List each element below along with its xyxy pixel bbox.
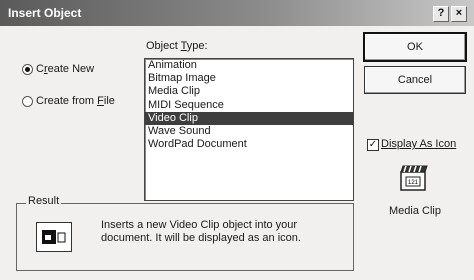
display-as-icon-checkbox[interactable]: ✓ bbox=[367, 139, 379, 151]
ok-button[interactable]: OK bbox=[363, 32, 467, 62]
display-as-icon-label-accel: D bbox=[381, 138, 389, 150]
display-as-icon-label-rest: isplay As Icon bbox=[388, 138, 457, 150]
object-type-label-part: Object bbox=[146, 40, 181, 52]
list-item[interactable]: Media Clip bbox=[145, 85, 353, 98]
result-text-line2: document. It will be displayed as an ico… bbox=[101, 232, 301, 244]
create-new-label-rest: eate New bbox=[47, 63, 95, 75]
list-item[interactable]: MIDI Sequence bbox=[145, 99, 353, 112]
create-new-label[interactable]: Create New bbox=[36, 63, 94, 75]
close-button[interactable]: × bbox=[451, 6, 467, 22]
cancel-button[interactable]: Cancel bbox=[364, 66, 466, 94]
icon-caption: Media Clip bbox=[389, 205, 441, 217]
object-type-list[interactable]: Animation Bitmap Image Media Clip MIDI Sequ… bbox=[144, 58, 354, 201]
list-item[interactable]: Wave Sound bbox=[145, 125, 353, 138]
create-from-file-radio[interactable] bbox=[22, 96, 33, 107]
list-item[interactable]: Video Clip bbox=[145, 111, 353, 125]
svg-text:121: 121 bbox=[408, 180, 419, 186]
title-bar: Insert Object ? × bbox=[0, 0, 474, 26]
list-item[interactable]: WordPad Document bbox=[145, 138, 353, 151]
help-button[interactable]: ? bbox=[433, 6, 449, 22]
create-new-radio[interactable] bbox=[22, 64, 33, 75]
object-type-label-rest: ype: bbox=[186, 40, 208, 52]
create-from-file-label[interactable]: Create from File bbox=[36, 95, 115, 107]
create-new-label-part: C bbox=[36, 63, 44, 75]
result-label: Result bbox=[26, 195, 62, 207]
window-title: Insert Object bbox=[8, 6, 82, 20]
media-clip-icon[interactable]: 121 bbox=[397, 164, 431, 194]
object-type-label: Object Type: bbox=[146, 40, 208, 52]
display-as-icon-label[interactable]: Display As Icon bbox=[381, 138, 456, 150]
create-from-file-label-part: Create from bbox=[36, 95, 98, 107]
result-text-line1: Inserts a new Video Clip object into you… bbox=[101, 219, 298, 231]
create-from-file-label-rest: ile bbox=[103, 95, 115, 107]
list-item[interactable]: Animation bbox=[145, 59, 353, 72]
object-icon bbox=[36, 222, 72, 252]
create-from-file-label-accel: F bbox=[97, 95, 104, 107]
list-item[interactable]: Bitmap Image bbox=[145, 72, 353, 85]
